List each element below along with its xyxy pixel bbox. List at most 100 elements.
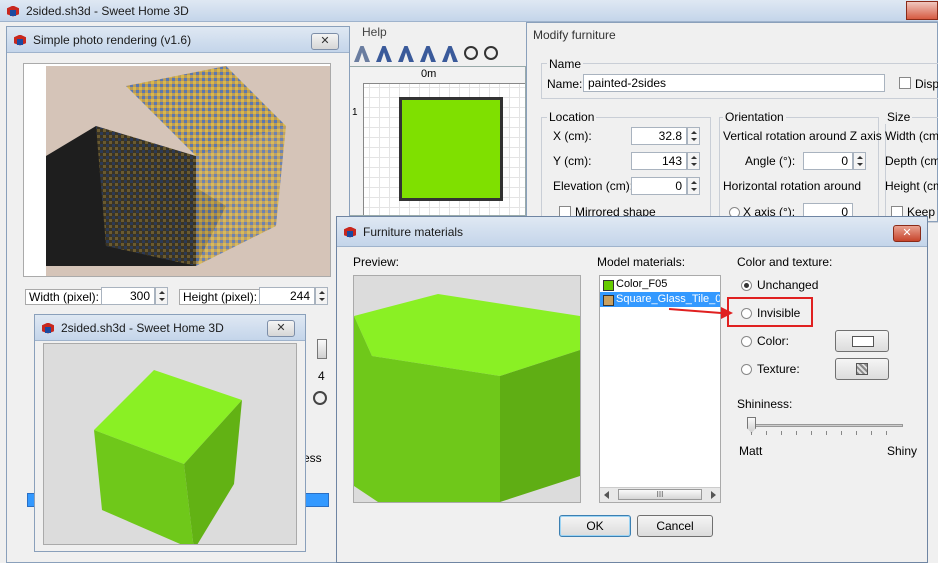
- sweet-home-3d-icon: [343, 225, 357, 239]
- elevation-input[interactable]: 0: [631, 177, 687, 195]
- size-height-label: Height (cm): [885, 179, 938, 193]
- size-depth-label: Depth (cm): [885, 154, 938, 168]
- size-section-title: Size: [885, 110, 913, 124]
- view3d-title-bar: 2sided.sh3d - Sweet Home 3D: [35, 315, 305, 341]
- location-section-title: Location: [547, 110, 597, 124]
- material-list-item[interactable]: Color_F05: [600, 277, 720, 292]
- display-label: Displa: [915, 77, 938, 91]
- materials-close-button[interactable]: ✕: [893, 225, 921, 242]
- color-texture-label: Color and texture:: [737, 255, 833, 269]
- shininess-track[interactable]: [749, 424, 903, 427]
- ruler-top: 0m: [349, 67, 525, 84]
- furniture-materials-dialog: Furniture materials ✕ Preview: Model mat…: [336, 216, 928, 563]
- shiny-label: Shiny: [887, 444, 918, 458]
- model-materials-label: Model materials:: [597, 255, 686, 269]
- texture-swatch: [856, 363, 868, 375]
- shininess-ticks: [751, 431, 901, 435]
- plan-view[interactable]: 0m 1: [348, 66, 526, 216]
- ruler-left-label: 1: [352, 107, 358, 118]
- size-width-label: Width (cm):: [885, 129, 938, 143]
- shininess-label: Shininess:: [737, 397, 793, 411]
- matt-label: Matt: [739, 444, 763, 458]
- color-radio[interactable]: [741, 336, 752, 347]
- photo-preview: [23, 63, 331, 277]
- photo-height-label: Height (pixel):: [179, 289, 262, 305]
- main-close-button[interactable]: [906, 1, 938, 20]
- y-label: Y (cm):: [553, 154, 592, 168]
- scroll-left-arrow[interactable]: [604, 491, 609, 499]
- add-text-icon[interactable]: [376, 46, 392, 62]
- photo-width-input[interactable]: 300: [101, 287, 155, 305]
- horizontal-scrollbar[interactable]: III: [600, 487, 720, 502]
- cancel-button[interactable]: Cancel: [637, 515, 713, 537]
- orientation-section-title: Orientation: [723, 110, 786, 124]
- preview-green-cube: [354, 294, 580, 502]
- photo-height-spinner[interactable]: [315, 287, 328, 305]
- vertical-rotation-label: Vertical rotation around Z axis: [723, 129, 882, 143]
- ruler-left: 1: [349, 83, 364, 215]
- materials-dialog-title: Furniture materials: [363, 224, 464, 239]
- y-input[interactable]: 143: [631, 152, 687, 170]
- view3d-close-button[interactable]: ✕: [267, 320, 295, 337]
- name-input[interactable]: painted-2sides: [583, 74, 885, 92]
- unchanged-label: Unchanged: [757, 278, 819, 292]
- material-swatch-icon: [603, 280, 614, 291]
- lens-icon[interactable]: [313, 391, 327, 405]
- invisible-label: Invisible: [757, 306, 801, 320]
- main-toolbar: Help: [348, 22, 528, 64]
- x-label: X (cm):: [553, 129, 592, 143]
- ok-button[interactable]: OK: [559, 515, 631, 537]
- photo-height-input[interactable]: 244: [259, 287, 315, 305]
- decrease-text-icon[interactable]: [442, 46, 458, 62]
- color-label: Color:: [757, 334, 790, 348]
- menu-help[interactable]: Help: [362, 25, 387, 39]
- invisible-radio[interactable]: [741, 308, 752, 319]
- modify-text-icon[interactable]: [398, 46, 414, 62]
- materials-title-bar: Furniture materials: [337, 217, 927, 247]
- zoom-in-icon[interactable]: [464, 46, 478, 60]
- angle-label: Angle (°):: [745, 154, 796, 168]
- plan-furniture-piece[interactable]: [399, 97, 503, 201]
- rendered-cube-image: [46, 66, 330, 276]
- modify-dialog-title: Modify furniture: [533, 28, 616, 42]
- scroll-right-arrow[interactable]: [711, 491, 716, 499]
- unchanged-radio[interactable]: [741, 280, 752, 291]
- quality-slider-thumb[interactable]: [317, 339, 327, 359]
- create-walls-icon[interactable]: [354, 46, 370, 62]
- toolbar-icons: [354, 46, 524, 62]
- photo-width-label: Width (pixel):: [25, 289, 104, 305]
- elevation-spinner[interactable]: [687, 177, 700, 195]
- green-cube-3d: [94, 370, 242, 550]
- color-button[interactable]: [835, 330, 889, 352]
- increase-text-icon[interactable]: [420, 46, 436, 62]
- texture-label: Texture:: [757, 362, 800, 376]
- color-swatch: [852, 336, 874, 347]
- material-name: Color_F05: [616, 278, 668, 290]
- quality-value: 4: [318, 369, 325, 383]
- view3d-window: 2sided.sh3d - Sweet Home 3D ✕: [34, 314, 306, 552]
- angle-spinner[interactable]: [853, 152, 866, 170]
- modify-furniture-dialog: Modify furniture Name Name: painted-2sid…: [526, 22, 938, 223]
- y-spinner[interactable]: [687, 152, 700, 170]
- photo-dialog-title: Simple photo rendering (v1.6): [33, 32, 192, 47]
- photo-width-spinner[interactable]: [155, 287, 168, 305]
- view3d-canvas[interactable]: [43, 343, 297, 550]
- annotation-arrow: [668, 307, 733, 319]
- material-swatch-icon: [603, 295, 614, 306]
- x-spinner[interactable]: [687, 127, 700, 145]
- zoom-out-icon[interactable]: [484, 46, 498, 60]
- texture-button[interactable]: [835, 358, 889, 380]
- sweet-home-3d-icon: [6, 4, 20, 18]
- name-section-title: Name: [547, 57, 584, 71]
- elevation-label: Elevation (cm):: [553, 179, 634, 193]
- photo-dialog-title-bar: Simple photo rendering (v1.6): [7, 27, 349, 53]
- name-label: Name:: [547, 77, 583, 91]
- angle-input[interactable]: 0: [803, 152, 853, 170]
- sweet-home-3d-icon: [13, 33, 27, 47]
- texture-radio[interactable]: [741, 364, 752, 375]
- display-checkbox[interactable]: [899, 77, 911, 89]
- photo-dialog-close-button[interactable]: ✕: [311, 33, 339, 50]
- sweet-home-3d-icon: [41, 321, 55, 335]
- x-input[interactable]: 32.8: [631, 127, 687, 145]
- scroll-thumb[interactable]: III: [618, 489, 702, 500]
